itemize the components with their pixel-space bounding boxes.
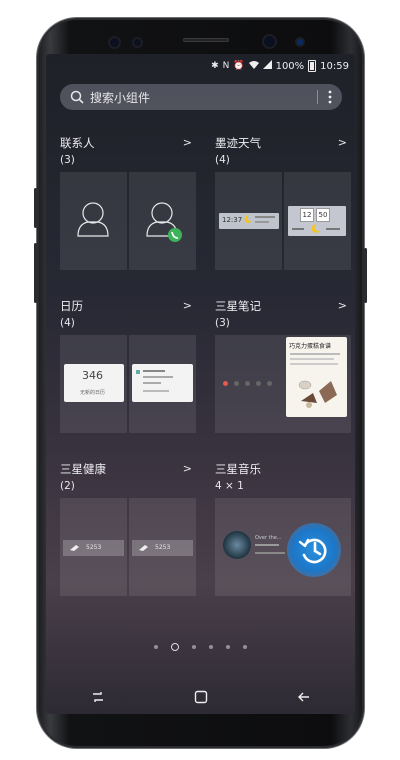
steps-count: 5253 bbox=[86, 544, 102, 551]
widget-preview-health-steps-2[interactable]: 5253 bbox=[129, 498, 196, 596]
clock-digit-hours: 12 bbox=[300, 208, 314, 222]
group-title: 三星音乐 bbox=[215, 462, 261, 476]
note-color-dot bbox=[223, 381, 228, 386]
track-title: Over the... bbox=[255, 535, 282, 541]
moon-icon bbox=[244, 214, 252, 223]
group-title: 三星笔记 bbox=[215, 299, 261, 313]
earpiece-speaker bbox=[183, 38, 229, 42]
contact-person-icon bbox=[77, 202, 109, 237]
group-count: 4 × 1 bbox=[215, 480, 244, 492]
group-count: (4) bbox=[60, 317, 75, 329]
search-divider bbox=[317, 90, 318, 104]
contact-call-icon bbox=[146, 202, 182, 242]
calendar-day: 346 bbox=[82, 369, 103, 382]
widget-preview-calendar-day[interactable]: 346 无新的日历 bbox=[60, 335, 127, 433]
bixby-key bbox=[34, 243, 37, 303]
widget-group-weather[interactable]: 墨迹天气 (4) > 12:37 12 50 bbox=[215, 136, 351, 270]
screen: ✱ N ⏰ 100% 10:59 搜索小组件 联系人 (3) > 墨迹天气 (4… bbox=[46, 54, 355, 714]
page-dot-active[interactable] bbox=[171, 643, 179, 651]
note-color-dot bbox=[234, 381, 239, 386]
widget-group-contacts[interactable]: 联系人 (3) > bbox=[60, 136, 196, 270]
navigation-bar bbox=[46, 680, 355, 714]
volume-key bbox=[34, 188, 37, 228]
widget-search-bar[interactable]: 搜索小组件 bbox=[60, 84, 342, 110]
more-options-icon[interactable] bbox=[328, 90, 332, 104]
calendar-empty-text: 无新的日历 bbox=[80, 390, 106, 396]
group-title: 三星健康 bbox=[60, 462, 106, 476]
page-dot[interactable] bbox=[154, 645, 158, 649]
steps-count: 5253 bbox=[155, 544, 171, 551]
front-camera bbox=[110, 38, 119, 47]
album-art bbox=[223, 531, 251, 559]
group-count: (4) bbox=[215, 154, 230, 166]
group-title: 日历 bbox=[60, 299, 83, 313]
widget-preview-weather-clock[interactable]: 12:37 bbox=[215, 172, 282, 270]
battery-percent: 100% bbox=[275, 60, 305, 72]
back-icon[interactable] bbox=[295, 688, 313, 706]
group-count: (3) bbox=[215, 317, 230, 329]
recent-apps-icon[interactable] bbox=[89, 688, 107, 706]
iris-sensor bbox=[134, 39, 141, 46]
chevron-right-icon[interactable]: > bbox=[183, 462, 192, 475]
nfc-icon: N bbox=[222, 61, 230, 71]
search-input[interactable]: 搜索小组件 bbox=[90, 89, 150, 106]
widget-preview-health-steps[interactable]: 5253 bbox=[60, 498, 127, 596]
group-count: (3) bbox=[60, 154, 75, 166]
history-clock-icon bbox=[298, 538, 327, 564]
history-button[interactable] bbox=[287, 523, 341, 577]
widget-group-music[interactable]: 三星音乐 4 × 1 Over the... bbox=[215, 462, 351, 596]
battery-icon bbox=[308, 60, 317, 72]
widget-preview-calendar-list[interactable] bbox=[129, 335, 196, 433]
group-title: 联系人 bbox=[60, 136, 95, 150]
page-dot[interactable] bbox=[209, 645, 213, 649]
note-color-dot bbox=[256, 381, 261, 386]
chevron-right-icon[interactable]: > bbox=[338, 299, 347, 312]
widget-preview-contact[interactable] bbox=[60, 172, 127, 270]
proximity-sensor bbox=[297, 39, 303, 45]
widget-preview-direct-call[interactable] bbox=[129, 172, 196, 270]
note-color-dot bbox=[245, 381, 250, 386]
clock-digit-minutes: 50 bbox=[316, 208, 330, 222]
page-dot[interactable] bbox=[226, 645, 230, 649]
wifi-icon bbox=[248, 60, 259, 72]
note-card-title: 巧克力蛋糕食谱 bbox=[289, 343, 332, 350]
chevron-right-icon[interactable]: > bbox=[338, 136, 347, 149]
status-bar: ✱ N ⏰ 100% 10:59 bbox=[211, 58, 349, 74]
page-indicator[interactable] bbox=[46, 643, 355, 651]
widget-preview-note[interactable]: 巧克力蛋糕食谱 bbox=[215, 335, 351, 433]
page-dot[interactable] bbox=[192, 645, 196, 649]
shoe-icon bbox=[139, 545, 148, 551]
power-key bbox=[364, 248, 367, 303]
group-count: (2) bbox=[60, 480, 75, 492]
note-color-dot bbox=[267, 381, 272, 386]
moon-icon bbox=[311, 224, 320, 233]
signal-icon bbox=[262, 60, 272, 72]
search-icon bbox=[70, 90, 84, 104]
weather-time: 12:37 bbox=[222, 216, 243, 224]
bluetooth-icon: ✱ bbox=[211, 61, 219, 71]
widget-group-health[interactable]: 三星健康 (2) > 5253 5253 bbox=[60, 462, 196, 596]
widget-group-calendar[interactable]: 日历 (4) > 346 无新的日历 bbox=[60, 299, 196, 433]
page-dot[interactable] bbox=[243, 645, 247, 649]
group-title: 墨迹天气 bbox=[215, 136, 261, 150]
selfie-camera bbox=[264, 36, 275, 47]
chevron-right-icon[interactable]: > bbox=[183, 136, 192, 149]
home-icon[interactable] bbox=[192, 688, 210, 706]
shoe-icon bbox=[70, 545, 79, 551]
clock: 10:59 bbox=[320, 60, 349, 72]
alarm-icon: ⏰ bbox=[233, 61, 245, 71]
chevron-right-icon[interactable]: > bbox=[183, 299, 192, 312]
widget-preview-weather-card[interactable]: 12 50 bbox=[284, 172, 351, 270]
widget-group-notes[interactable]: 三星笔记 (3) > 巧克力蛋糕食谱 bbox=[215, 299, 351, 433]
cake-illustration-icon bbox=[298, 380, 337, 408]
